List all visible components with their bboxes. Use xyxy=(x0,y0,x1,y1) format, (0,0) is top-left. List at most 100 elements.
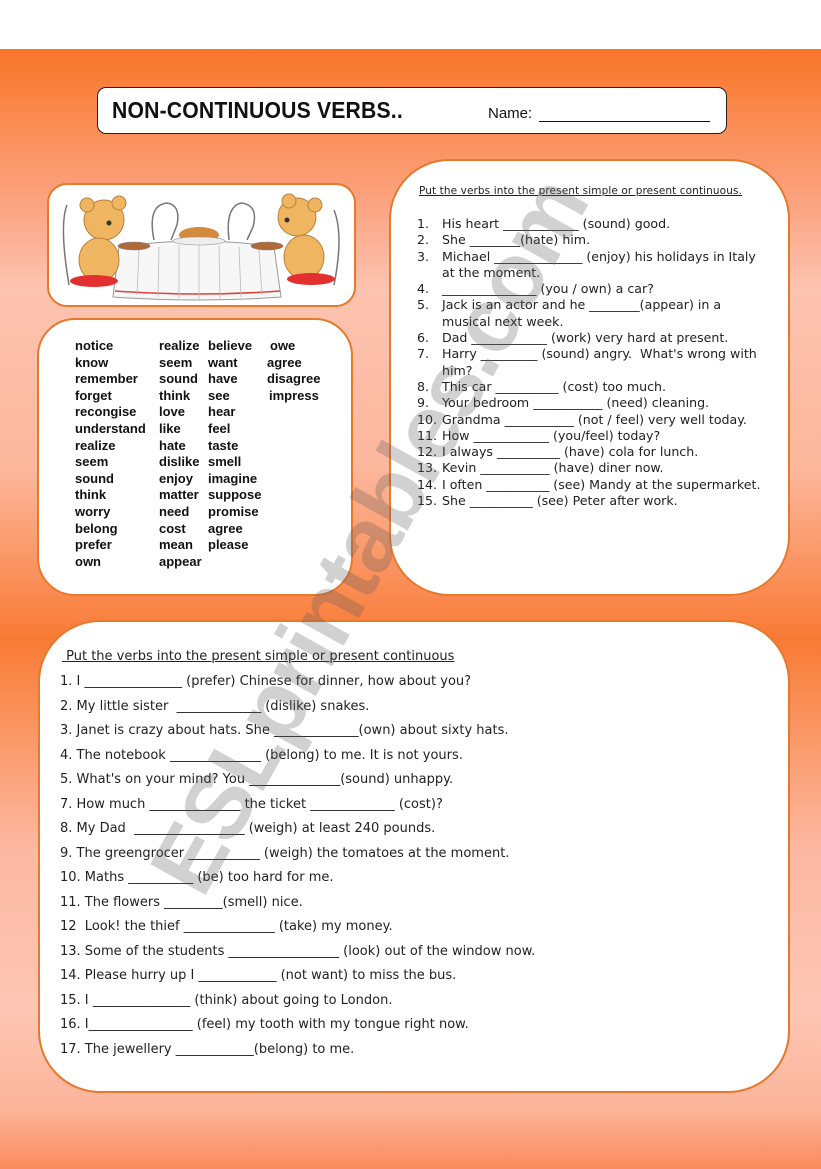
exercise-item[interactable]: 10. Maths __________ (be) too hard for m… xyxy=(60,868,535,893)
verb: feel xyxy=(208,420,231,436)
exercise-item[interactable]: 2. My little sister _____________ (disli… xyxy=(60,697,535,722)
verb: think xyxy=(75,487,107,503)
verb-bank-column-1: notice know remember forget recongise un… xyxy=(75,338,146,570)
exercise-item[interactable]: 5. What's on your mind? You ____________… xyxy=(60,770,535,795)
item-text[interactable]: Jack is an actor and he ________(appear)… xyxy=(442,297,767,330)
exercise-item[interactable]: 13. Some of the students _______________… xyxy=(60,942,535,967)
illustration-box xyxy=(47,183,356,307)
teddy-bears-dinner-illustration xyxy=(62,193,340,301)
verb: like xyxy=(159,420,181,436)
item-text[interactable]: I often __________ (see) Mandy at the su… xyxy=(442,477,767,493)
verb: appear xyxy=(159,553,202,569)
item-number: 1. xyxy=(417,216,430,231)
verb: enjoy xyxy=(159,470,193,486)
verb-bank-column-2: realize seem sound think love like hate … xyxy=(159,338,202,570)
exercise-item: 15. She __________ (see) Peter after work… xyxy=(417,493,767,509)
item-text[interactable]: How ____________ (you/feel) today? xyxy=(442,428,767,444)
verb: imagine xyxy=(208,470,258,486)
verb: agree xyxy=(208,520,243,536)
item-number: 6. xyxy=(417,330,430,346)
exercise-item: 5. Jack is an actor and he ________(appea… xyxy=(417,297,767,330)
verb: realize xyxy=(159,338,200,353)
exercise-item[interactable]: 15. I _______________ (think) about goin… xyxy=(60,991,535,1016)
exercise-item: 14. I often __________ (see) Mandy at the… xyxy=(417,477,767,493)
verb: worry xyxy=(75,503,111,519)
verb: notice xyxy=(75,338,114,353)
exercise-item[interactable]: 9. The greengrocer ___________ (weigh) t… xyxy=(60,844,535,869)
verb-bank: notice know remember forget recongise un… xyxy=(37,318,353,596)
verb: think xyxy=(159,387,191,403)
item-text[interactable]: Kevin ___________ (have) diner now. xyxy=(442,460,767,476)
exercise-item: 9. Your bedroom ___________ (need) cleani… xyxy=(417,395,767,411)
item-number: 12. xyxy=(417,444,438,460)
verb: suppose xyxy=(208,487,262,503)
verb: hear xyxy=(208,404,236,420)
exercise-item: 1. His heart ____________ (sound) good. xyxy=(417,216,767,232)
item-number: 13. xyxy=(417,460,438,476)
verb: owe xyxy=(270,338,296,353)
verb: love xyxy=(159,404,186,420)
exercise-item: 6. Dad ____________ (work) very hard at p… xyxy=(417,330,767,346)
exercise-item[interactable]: 7. How much ______________ the ticket __… xyxy=(60,795,535,820)
item-text[interactable]: Your bedroom ___________ (need) cleaning… xyxy=(442,395,767,411)
exercise-1-box: Put the verbs into the present simple or… xyxy=(389,159,790,596)
exercise-item[interactable]: 12 Look! the thief ______________ (take)… xyxy=(60,917,535,942)
verb: impress xyxy=(269,387,319,403)
exercise-2-instruction: Put the verbs into the present simple or… xyxy=(62,649,455,664)
item-text[interactable]: I always __________ (have) cola for lunc… xyxy=(442,444,767,460)
verb: dislike xyxy=(159,454,200,470)
exercise-item: 12. I always __________ (have) cola for l… xyxy=(417,444,767,460)
exercise-item[interactable]: 4. The notebook ______________ (belong) … xyxy=(60,746,535,771)
exercise-item[interactable]: 1. I _______________ (prefer) Chinese fo… xyxy=(60,672,535,697)
exercise-item[interactable]: 8. My Dad _________________ (weigh) at l… xyxy=(60,819,535,844)
exercise-item[interactable]: 17. The jewellery ____________(belong) t… xyxy=(60,1040,535,1065)
verb: smell xyxy=(208,454,242,470)
item-number: 5. xyxy=(417,297,430,313)
item-text[interactable]: This car __________ (cost) too much. xyxy=(442,379,767,395)
item-number: 10. xyxy=(417,411,438,427)
item-text[interactable]: _______________ (you / own) a car? xyxy=(442,281,767,297)
verb: understand xyxy=(75,420,146,436)
item-text[interactable]: His heart ____________ (sound) good. xyxy=(442,216,767,232)
exercise-2-list: 1. I _______________ (prefer) Chinese fo… xyxy=(60,672,535,1064)
item-number: 9. xyxy=(417,395,430,411)
exercise-item[interactable]: 16. I________________ (feel) my tooth wi… xyxy=(60,1015,535,1040)
exercise-2-box: Put the verbs into the present simple or… xyxy=(38,620,790,1093)
verb: need xyxy=(159,503,190,519)
exercise-item[interactable]: 11. The flowers _________(smell) nice. xyxy=(60,893,535,918)
item-text[interactable]: Grandma ___________ (not / feel) very we… xyxy=(442,412,767,428)
item-text[interactable]: Harry _________ (sound) angry. What's wr… xyxy=(442,346,767,379)
exercise-1-list: 1. His heart ____________ (sound) good. 2… xyxy=(417,216,767,509)
verb: taste xyxy=(208,437,239,453)
verb-bank-column-3: believe want have see hear feel taste sm… xyxy=(208,338,261,554)
verb: disagree xyxy=(267,371,321,387)
verb: mean xyxy=(159,537,193,553)
exercise-item: 2. She ________(hate) him. xyxy=(417,232,767,248)
item-number: 8. xyxy=(417,378,430,394)
verb: have xyxy=(208,371,238,387)
verb: remember xyxy=(75,371,138,387)
exercise-item: 3. Michael ______________ (enjoy) his hol… xyxy=(417,249,767,282)
verb: seem xyxy=(75,454,109,470)
item-text[interactable]: Dad ____________ (work) very hard at pre… xyxy=(442,330,767,346)
exercise-1-instruction: Put the verbs into the present simple or… xyxy=(419,185,742,197)
verb-bank-column-4: owe agree disagree impress xyxy=(267,338,320,404)
item-text[interactable]: She ________(hate) him. xyxy=(442,232,767,248)
exercise-item[interactable]: 3. Janet is crazy about hats. She ______… xyxy=(60,721,535,746)
item-number: 2. xyxy=(417,232,430,248)
exercise-item: 4. _______________ (you / own) a car? xyxy=(417,281,767,297)
item-number: 11. xyxy=(417,427,438,443)
verb: realize xyxy=(75,437,116,453)
item-text[interactable]: Michael ______________ (enjoy) his holid… xyxy=(442,249,767,282)
name-field[interactable] xyxy=(539,121,710,122)
item-text[interactable]: She __________ (see) Peter after work. xyxy=(442,493,767,509)
verb: agree xyxy=(267,354,302,370)
verb: sound xyxy=(159,371,198,387)
exercise-item[interactable]: 14. Please hurry up I ____________ (not … xyxy=(60,966,535,991)
item-number: 15. xyxy=(417,493,438,509)
item-number: 7. xyxy=(417,346,430,362)
verb: please xyxy=(208,537,249,553)
verb: matter xyxy=(159,487,199,503)
exercise-item: 13. Kevin ___________ (have) diner now. xyxy=(417,460,767,476)
verb: forget xyxy=(75,387,112,403)
